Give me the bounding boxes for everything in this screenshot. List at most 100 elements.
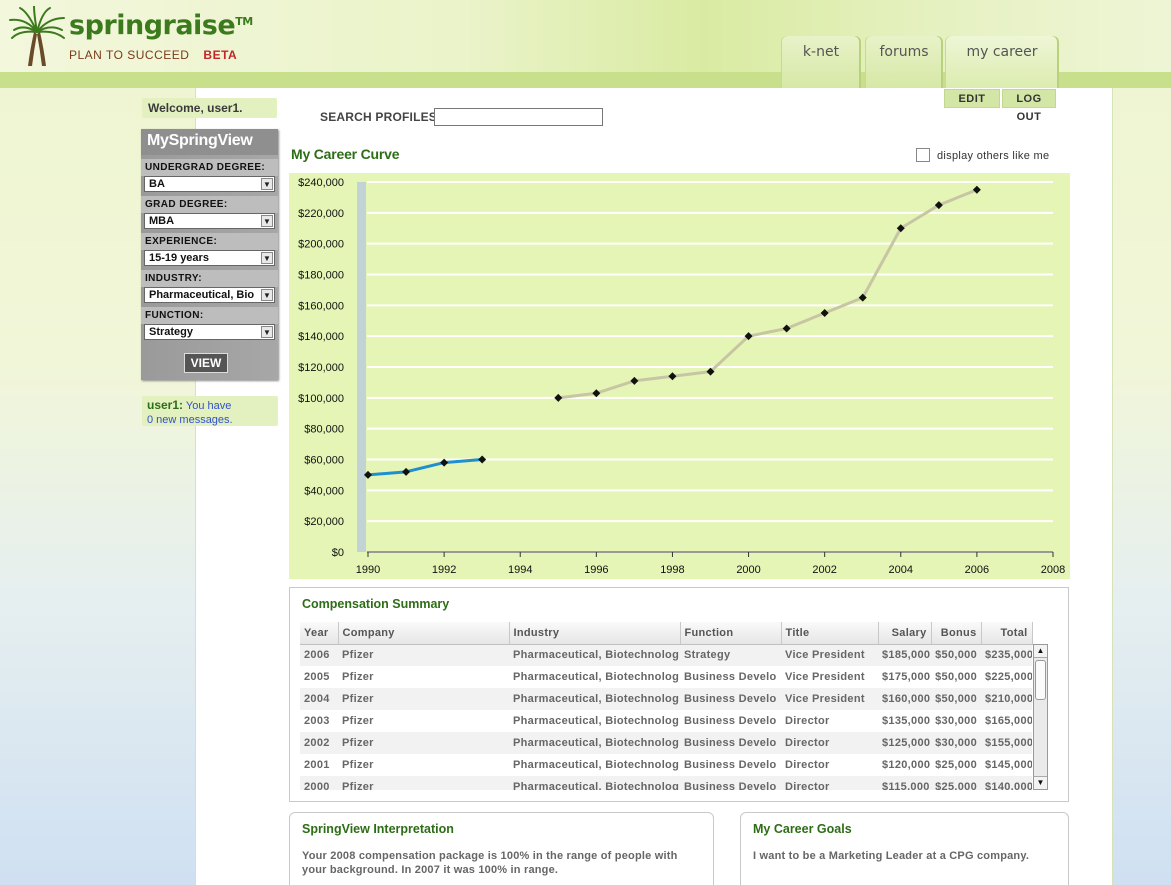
column-header-total[interactable]: Total [981, 622, 1033, 645]
career-curve-chart: $0 $20,000 $40,000 $60,000 $80,000 $100,000 $1… [289, 173, 1070, 579]
column-header-title[interactable]: Title [781, 622, 879, 645]
career-goals-title: My Career Goals [753, 822, 852, 836]
dropdown-arrow-icon: ▼ [261, 252, 273, 264]
y-tick-label: $40,000 [304, 485, 344, 497]
table-cell-title: Director [785, 715, 830, 727]
table-cell-title: Vice President [781, 688, 878, 710]
scroll-down-arrow-icon[interactable]: ▼ [1034, 776, 1047, 789]
table-row[interactable]: 2000 Pfizer Pharmaceutical, Biotechnolog Bu… [300, 776, 1032, 790]
table-cell-salary: $160,000 [878, 688, 931, 710]
table-cell-total: $210,000 [981, 688, 1032, 710]
table-row[interactable]: 2003 Pfizer Pharmaceutical, Biotechnolog Bu… [300, 710, 1032, 732]
brand-name: springraiseTM [69, 10, 253, 41]
scroll-up-arrow-icon[interactable]: ▲ [1034, 645, 1047, 658]
table-scrollbar[interactable]: ▲ ▼ [1033, 644, 1048, 790]
table-cell-bonus: $25,000 [931, 776, 981, 790]
y-tick-label: $0 [332, 547, 344, 559]
table-cell-bonus: $30,000 [931, 732, 981, 754]
table-cell-industry: Pharmaceutical, Biotechnolog [509, 688, 680, 710]
search-profiles-label: SEARCH PROFILES [320, 110, 438, 124]
table-cell-function: Business Develo [684, 759, 777, 771]
x-tick-label: 2006 [965, 564, 989, 576]
table-cell-year: 2006 [300, 644, 338, 666]
table-cell-function: Business Develo [680, 776, 781, 790]
interpretation-line-2: your background. In 2007 it was 100% in … [302, 864, 559, 876]
experience-select[interactable]: 15-19 years ▼ [144, 250, 275, 266]
column-header-industry[interactable]: Industry [509, 622, 681, 645]
table-cell-total: $225,000 [985, 671, 1032, 683]
y-tick-label: $100,000 [298, 393, 344, 405]
table-cell-year: 2004 [300, 688, 338, 710]
table-cell-function: Business Develo [680, 688, 781, 710]
y-tick-label: $140,000 [298, 331, 344, 343]
table-cell-year: 2001 [304, 759, 330, 771]
palm-tree-logo-icon [9, 6, 65, 66]
dropdown-arrow-icon: ▼ [261, 289, 273, 301]
column-header-function[interactable]: Function [680, 622, 782, 645]
welcome-message: Welcome, user1. [142, 98, 277, 118]
table-cell-company: Pfizer [342, 759, 374, 771]
function-label: FUNCTION: [141, 307, 278, 324]
career-curve-title: My Career Curve [291, 146, 400, 162]
grad-degree-label: GRAD DEGREE: [141, 196, 278, 213]
tab-forums[interactable]: forums [865, 36, 943, 88]
interpretation-line-1: Your 2008 compensation package is 100% i… [302, 850, 678, 862]
y-tick-label: $220,000 [298, 208, 344, 220]
myspringview-title: MySpringView [141, 129, 278, 155]
column-header-salary[interactable]: Salary [878, 622, 932, 645]
table-row[interactable]: 2006 Pfizer Pharmaceutical, Biotechnolog St… [300, 644, 1032, 666]
column-header-year[interactable]: Year [300, 622, 339, 645]
springview-interpretation-title: SpringView Interpretation [302, 822, 454, 836]
column-header-bonus[interactable]: Bonus [931, 622, 982, 645]
table-cell-total: $155,000 [981, 732, 1032, 754]
table-cell-company: Pfizer [338, 688, 509, 710]
table-cell-total: $235,000 [981, 644, 1032, 666]
chart-y-band [357, 182, 366, 552]
column-header-company[interactable]: Company [338, 622, 510, 645]
table-cell-title: Vice President [785, 671, 865, 683]
industry-label: INDUSTRY: [141, 270, 278, 287]
y-tick-label: $240,000 [298, 177, 344, 189]
function-select[interactable]: Strategy ▼ [144, 324, 275, 340]
view-button[interactable]: VIEW [184, 353, 228, 373]
compensation-table: Year Company Industry Function Title Sal… [300, 622, 1033, 790]
table-cell-year: 2005 [304, 671, 330, 683]
table-cell-company: Pfizer [342, 671, 374, 683]
table-cell-salary: $125,000 [878, 732, 931, 754]
x-tick-label: 2008 [1041, 564, 1065, 576]
table-cell-function: Business Develo [684, 671, 777, 683]
dropdown-arrow-icon: ▼ [261, 215, 273, 227]
logout-button[interactable]: LOG OUT [1002, 89, 1056, 123]
springview-interpretation-text: Your 2008 compensation package is 100% i… [302, 849, 678, 877]
table-cell-title: Vice President [781, 644, 878, 666]
search-profiles-input[interactable] [434, 108, 603, 126]
table-cell-company: Pfizer [338, 644, 509, 666]
table-cell-year: 2002 [300, 732, 338, 754]
messages-link-2[interactable]: 0 new messages. [147, 414, 233, 426]
table-cell-function: Business Develo [684, 715, 777, 727]
tab-my-career[interactable]: my career [945, 36, 1059, 88]
scroll-thumb[interactable] [1035, 660, 1046, 700]
table-cell-salary: $115,000 [878, 776, 931, 790]
table-cell-industry: Pharmaceutical, Biotechnolog [513, 715, 680, 727]
edit-button[interactable]: EDIT [944, 89, 1000, 108]
table-cell-industry: Pharmaceutical, Biotechnolog [509, 644, 680, 666]
table-cell-company: Pfizer [338, 776, 509, 790]
display-others-checkbox[interactable] [916, 148, 930, 162]
table-row[interactable]: 2001 Pfizer Pharmaceutical, Biotechnolog Bu… [300, 754, 1032, 776]
tab-k-net[interactable]: k-net [781, 36, 861, 88]
dropdown-arrow-icon: ▼ [261, 326, 273, 338]
table-cell-year: 2000 [300, 776, 338, 790]
industry-select[interactable]: Pharmaceutical, Bio ▼ [144, 287, 275, 303]
messages-user: user1: [147, 398, 184, 412]
messages-link-1[interactable]: You have [186, 400, 231, 412]
table-cell-salary: $135,000 [882, 715, 931, 727]
table-row[interactable]: 2002 Pfizer Pharmaceutical, Biotechnolog Bu… [300, 732, 1032, 754]
table-row[interactable]: 2005 Pfizer Pharmaceutical, Biotechnolog Bu… [300, 666, 1032, 688]
x-tick-label: 1994 [508, 564, 532, 576]
undergrad-degree-select[interactable]: BA ▼ [144, 176, 275, 192]
table-cell-industry: Pharmaceutical, Biotechnolog [513, 671, 680, 683]
table-row[interactable]: 2004 Pfizer Pharmaceutical, Biotechnolog Bu… [300, 688, 1032, 710]
grad-degree-select[interactable]: MBA ▼ [144, 213, 275, 229]
y-tick-label: $60,000 [304, 455, 344, 467]
